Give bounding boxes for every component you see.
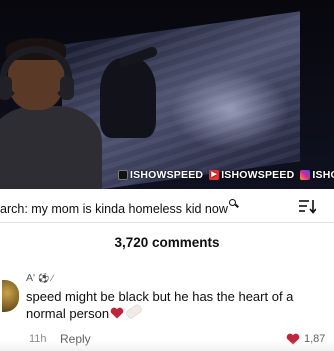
- streamer-figure: [0, 36, 102, 189]
- author-badge-icon: ⚽ ⁄: [38, 273, 54, 283]
- instagram-icon: [300, 170, 311, 180]
- divider: [0, 222, 334, 223]
- search-query-text: arch: my mom is kinda homeless kid now: [0, 202, 228, 216]
- avatar[interactable]: [2, 280, 19, 312]
- bandage-emoji-icon: [124, 303, 144, 320]
- watermark-text: ISHOWSPEED: [221, 169, 295, 181]
- heart-emoji-icon: [110, 307, 124, 319]
- headset-ear-right: [60, 76, 74, 100]
- sort-icon[interactable]: [298, 198, 316, 214]
- search-query[interactable]: arch: my mom is kinda homeless kid now: [0, 199, 239, 216]
- watermark-item: ▶ ISHOWSPEED: [209, 169, 294, 181]
- search-bar[interactable]: arch: my mom is kinda homeless kid now: [0, 193, 334, 219]
- streamer-body: [0, 106, 102, 189]
- comments-sheet: arch: my mom is kinda homeless kid now 3…: [0, 189, 334, 351]
- watermark: ISHOWSPEED ▶ ISHOWSPEED ISHOWSPEE: [118, 167, 334, 183]
- tiktok-icon: [118, 170, 128, 180]
- watermark-text: ISHOWSPEE: [312, 169, 334, 181]
- stage-light: [170, 70, 290, 150]
- comments-count: 3,720 comments: [114, 235, 220, 250]
- comment-author[interactable]: A' ⚽ ⁄: [26, 272, 53, 284]
- video-player[interactable]: ISHOWSPEED ▶ ISHOWSPEED ISHOWSPEE: [0, 0, 334, 189]
- headset-ear-left: [0, 76, 12, 100]
- youtube-icon: ▶: [209, 170, 220, 180]
- comment-item: A' ⚽ ⁄ speed might be black but he has th…: [0, 266, 334, 351]
- comment-text: speed might be black but he has the hear…: [26, 289, 294, 321]
- search-icon[interactable]: [228, 199, 239, 209]
- watermark-item: ISHOWSPEE: [300, 169, 334, 181]
- comment-body: speed might be black but he has the hear…: [26, 288, 334, 322]
- performer-silhouette: [100, 58, 156, 138]
- bottom-fade: [0, 341, 334, 351]
- author-name: A': [26, 272, 36, 284]
- watermark-item: ISHOWSPEED: [118, 169, 203, 181]
- watermark-text: ISHOWSPEED: [130, 169, 204, 181]
